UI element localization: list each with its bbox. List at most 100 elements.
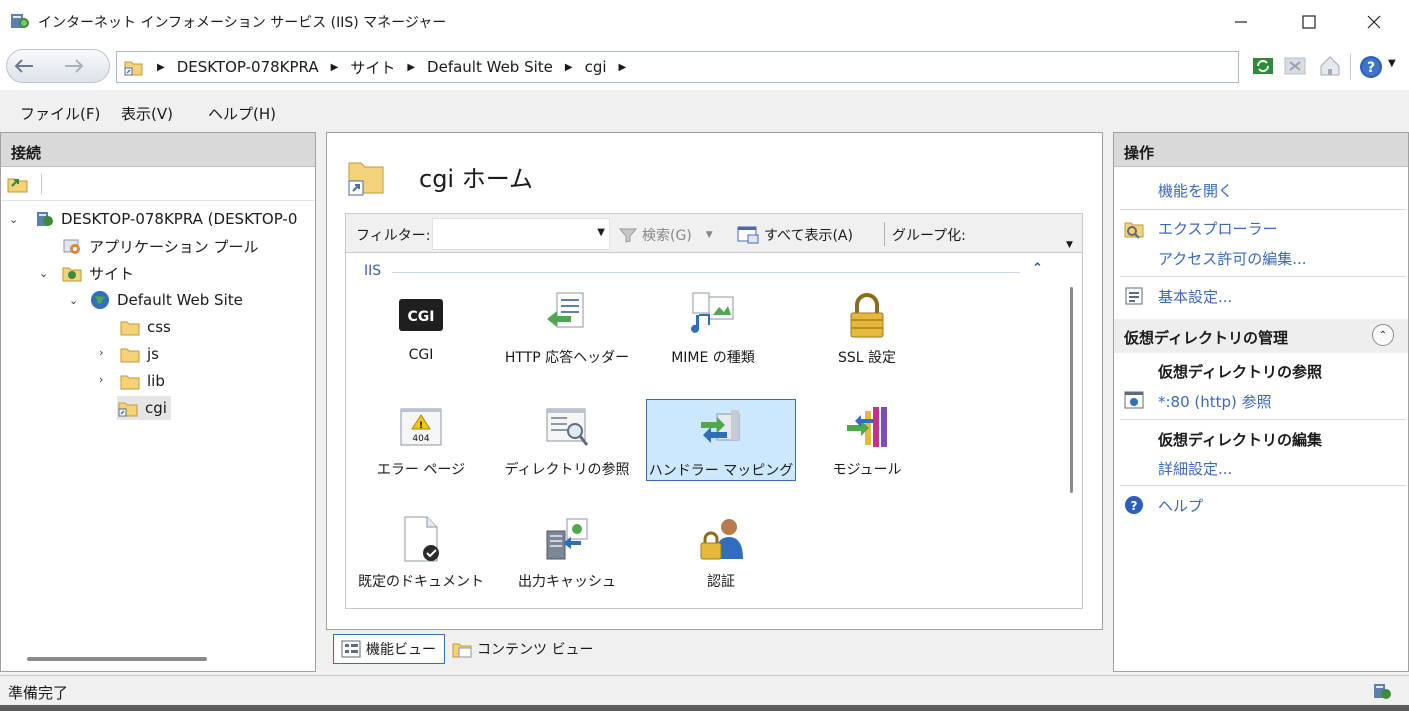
help-icon[interactable]: ? — [1358, 54, 1384, 80]
feature-mime-types-label: MIME の種類 — [671, 350, 755, 366]
actions-divider — [1120, 276, 1406, 277]
app-pool-icon — [63, 239, 80, 254]
breadcrumb-separator: ▶ — [564, 61, 573, 73]
actions-divider — [1120, 485, 1406, 486]
error-pages-icon: ! 404 — [400, 408, 442, 446]
action-basic-settings[interactable]: 基本設定... — [1158, 286, 1232, 307]
feature-output-caching-label: 出力キャッシュ — [518, 574, 616, 590]
action-explore[interactable]: エクスプローラー — [1158, 218, 1278, 239]
tree-folder-lib-label: lib — [147, 372, 165, 390]
tree-app-pools[interactable]: アプリケーション プール — [61, 234, 258, 258]
tree-folder-js[interactable]: js — [119, 342, 159, 366]
feature-handler-mappings[interactable]: ハンドラー マッピング — [646, 399, 796, 481]
feature-handler-mappings-label: ハンドラー マッピング — [648, 463, 794, 479]
vdir-collapse-button[interactable]: ⌃ — [1372, 324, 1394, 346]
forward-button[interactable] — [57, 50, 91, 82]
window-bottom-edge — [0, 705, 1409, 711]
search-dropdown-arrow[interactable]: ▼ — [706, 230, 713, 240]
feature-http-headers[interactable]: HTTP 応答ヘッダー — [492, 287, 642, 369]
maximize-icon — [1302, 15, 1316, 29]
feature-modules[interactable]: モジュール — [792, 399, 942, 481]
feature-vertical-scrollbar[interactable] — [1070, 287, 1073, 493]
tree-server-label: DESKTOP-078KPRA (DESKTOP-0 — [61, 210, 298, 228]
address-toolbar: ? ▼ — [1248, 52, 1408, 82]
feature-modules-label: モジュール — [832, 462, 902, 478]
action-help[interactable]: ヘルプ — [1158, 495, 1203, 516]
expand-caret-js[interactable]: › — [99, 346, 103, 359]
search-label: 検索(G) — [642, 228, 692, 244]
menu-view[interactable]: 表示(V) — [121, 103, 173, 124]
connect-icon[interactable] — [7, 174, 29, 194]
refresh-icon[interactable] — [1252, 55, 1274, 77]
expand-caret-default-site[interactable]: ⌄ — [69, 294, 78, 307]
breadcrumb-sites[interactable]: サイト — [350, 57, 395, 78]
toolbar-overflow-icon[interactable]: ▼ — [1066, 240, 1073, 250]
feature-directory-browsing[interactable]: ディレクトリの参照 — [492, 399, 642, 481]
tree-sites[interactable]: サイト — [61, 261, 134, 285]
search-button[interactable]: 検索(G) ▼ — [618, 225, 713, 245]
svg-text:CGI: CGI — [408, 309, 435, 325]
breadcrumb-separator: ▶ — [157, 61, 165, 73]
feature-error-pages[interactable]: ! 404 エラー ページ — [346, 399, 496, 481]
filter-dropdown-arrow[interactable]: ▼ — [597, 227, 605, 238]
feature-output-caching[interactable]: 出力キャッシュ — [492, 511, 642, 593]
server-status-icon — [1374, 684, 1391, 699]
connections-horizontal-scrollbar[interactable] — [27, 657, 207, 661]
tree-default-web-site[interactable]: Default Web Site — [89, 288, 243, 312]
feature-mime-types[interactable]: MIME の種類 — [638, 287, 788, 369]
expand-caret-sites[interactable]: ⌄ — [39, 267, 48, 280]
close-button[interactable] — [1339, 0, 1409, 44]
expand-caret-server[interactable]: ⌄ — [9, 213, 18, 226]
group-divider — [392, 272, 1020, 273]
feature-cgi[interactable]: CGI CGI — [346, 287, 496, 369]
menu-file[interactable]: ファイル(F) — [20, 103, 100, 124]
icon-404-text: 404 — [412, 434, 429, 444]
tab-content-view-label: コンテンツ ビュー — [477, 642, 594, 658]
address-bar[interactable]: ▶ DESKTOP-078KPRA ▶ サイト ▶ Default Web Si… — [116, 51, 1239, 83]
maximize-button[interactable] — [1274, 0, 1344, 44]
filter-input[interactable]: ▼ — [432, 218, 610, 250]
tab-features-view[interactable]: 機能ビュー — [333, 634, 445, 664]
home-icon[interactable] — [1318, 54, 1342, 78]
stop-icon[interactable] — [1284, 55, 1306, 77]
tree-folder-cgi[interactable]: cgi — [117, 396, 171, 420]
svg-text:!: ! — [419, 421, 423, 431]
folder-shortcut-icon — [124, 61, 143, 76]
action-edit-permissions[interactable]: アクセス許可の編集... — [1158, 248, 1307, 269]
breadcrumb-server[interactable]: DESKTOP-078KPRA — [177, 58, 319, 76]
status-bar: 準備完了 — [0, 675, 1409, 705]
feature-default-document[interactable]: 既定のドキュメント — [346, 511, 496, 593]
tab-content-view[interactable]: コンテンツ ビュー — [445, 634, 599, 664]
feature-authentication[interactable]: 認証 — [646, 511, 796, 593]
breadcrumb-cgi[interactable]: cgi — [585, 58, 607, 76]
breadcrumb-separator: ▶ — [330, 61, 339, 73]
collapse-group-icon[interactable]: ⌃ — [1032, 261, 1043, 276]
tree-folder-css[interactable]: css — [119, 315, 171, 339]
feature-ssl-settings[interactable]: SSL 設定 — [792, 287, 942, 369]
breadcrumb-default-web-site[interactable]: Default Web Site — [427, 58, 553, 76]
show-all-button[interactable]: すべて表示(A) — [736, 225, 853, 245]
tree-server[interactable]: DESKTOP-078KPRA (DESKTOP-0 — [33, 207, 297, 231]
minimize-icon — [1235, 21, 1247, 23]
vdir-section-title: 仮想ディレクトリの管理 — [1124, 329, 1288, 347]
tree-folder-lib[interactable]: lib — [119, 369, 165, 393]
back-button[interactable] — [7, 50, 41, 82]
show-all-icon — [737, 226, 759, 244]
tab-features-view-label: 機能ビュー — [366, 642, 436, 658]
minimize-button[interactable] — [1206, 0, 1276, 44]
close-icon — [1367, 15, 1381, 29]
explore-icon — [1124, 222, 1144, 239]
group-by-label[interactable]: グループ化: — [892, 225, 966, 245]
action-advanced-settings[interactable]: 詳細設定... — [1158, 458, 1232, 479]
action-browse-port-80[interactable]: *:80 (http) 参照 — [1158, 391, 1272, 412]
feature-http-headers-label: HTTP 応答ヘッダー — [504, 350, 630, 366]
feature-default-document-label: 既定のドキュメント — [358, 574, 484, 590]
toolbar-divider — [41, 174, 42, 194]
menu-help[interactable]: ヘルプ(H) — [208, 103, 276, 124]
action-open-feature[interactable]: 機能を開く — [1158, 180, 1233, 201]
browse-vdir-heading: 仮想ディレクトリの参照 — [1158, 363, 1322, 381]
expand-caret-lib[interactable]: › — [99, 373, 103, 386]
http-headers-icon — [547, 292, 584, 328]
folder-icon — [120, 348, 140, 363]
help-dropdown-arrow[interactable]: ▼ — [1388, 58, 1396, 69]
